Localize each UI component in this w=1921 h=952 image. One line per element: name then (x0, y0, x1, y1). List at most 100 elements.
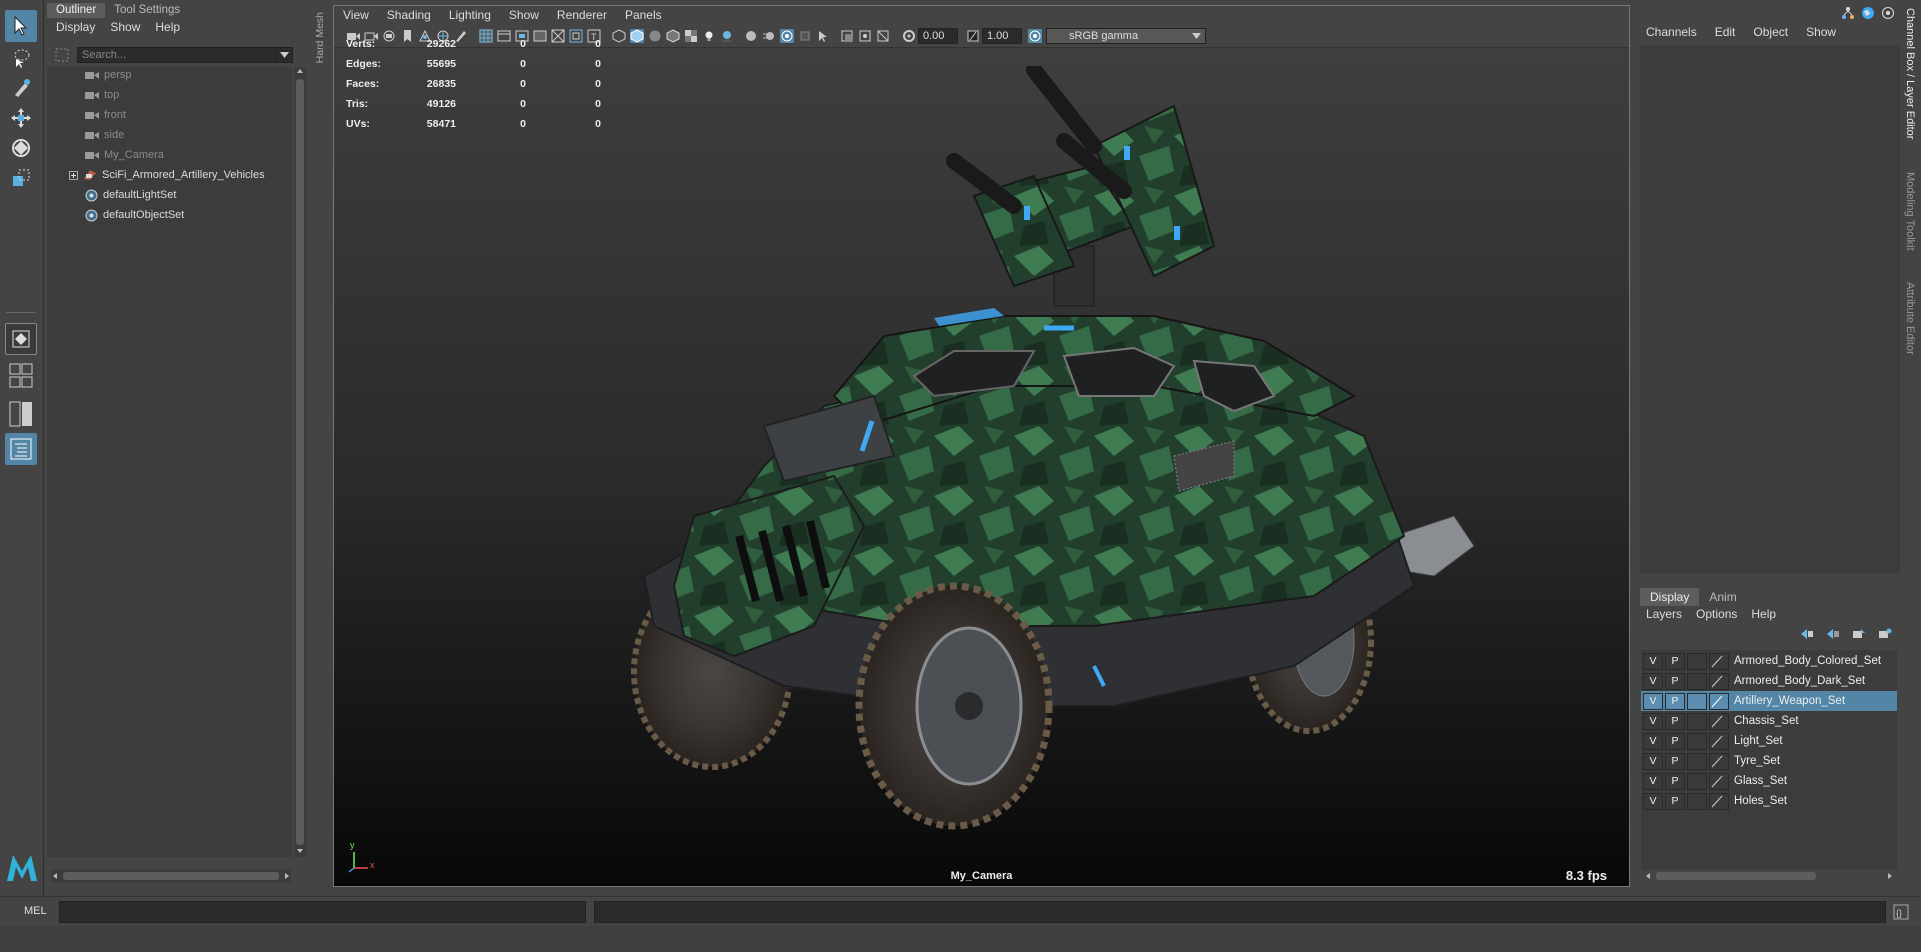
viewport-menu-view[interactable]: View (334, 6, 378, 24)
viewport-menu-show[interactable]: Show (500, 6, 548, 24)
viewport-menu-shading[interactable]: Shading (378, 6, 440, 24)
layer-row[interactable]: V P Light_Set (1641, 731, 1897, 751)
outliner-horizontal-scrollbar[interactable] (51, 870, 291, 882)
tab-channel-box-layer-editor[interactable]: Channel Box / Layer Editor (1904, 8, 1916, 139)
outliner-item-default-light-set[interactable]: defaultLightSet (85, 187, 176, 203)
tab-display[interactable]: Display (1640, 588, 1700, 606)
hierarchy-icon[interactable] (1841, 6, 1855, 20)
channels-menu-show[interactable]: Show (1806, 25, 1836, 39)
scale-tool-icon[interactable] (5, 162, 37, 194)
isolate-select-icon[interactable] (816, 29, 830, 43)
outliner-item-my-camera[interactable]: My_Camera (85, 147, 164, 163)
layer-color-swatch[interactable] (1709, 692, 1729, 710)
visibility-toggle[interactable]: V (1643, 652, 1663, 670)
mel-label[interactable]: MEL (24, 905, 47, 917)
playback-toggle[interactable]: P (1665, 712, 1685, 730)
tab-modeling-toolkit[interactable]: Modeling Toolkit (1904, 172, 1916, 251)
multisample-aa-icon[interactable] (780, 29, 794, 43)
tab-tool-settings[interactable]: Tool Settings (105, 3, 189, 18)
screen-space-ao-icon[interactable] (744, 29, 758, 43)
xray-icon[interactable] (840, 29, 854, 43)
layer-color-swatch[interactable] (1709, 712, 1729, 730)
outliner-item-default-object-set[interactable]: defaultObjectSet (85, 207, 184, 223)
layer-name[interactable]: Armored_Body_Colored_Set (1734, 655, 1881, 667)
playback-toggle[interactable]: P (1665, 652, 1685, 670)
move-layer-up-icon[interactable] (1800, 628, 1814, 640)
playback-toggle[interactable]: P (1665, 692, 1685, 710)
outliner-search-input[interactable]: Search... (77, 47, 277, 63)
outliner-menu-display[interactable]: Display (56, 18, 95, 36)
layer-name[interactable]: Light_Set (1734, 735, 1783, 747)
tab-anim[interactable]: Anim (1699, 588, 1746, 606)
layer-name[interactable]: Holes_Set (1734, 795, 1787, 807)
display-type-toggle[interactable] (1687, 692, 1707, 710)
rotate-tool-icon[interactable] (5, 132, 37, 164)
visibility-toggle[interactable]: V (1643, 752, 1663, 770)
layer-name[interactable]: Tyre_Set (1734, 755, 1780, 767)
layer-name[interactable]: Armored_Body_Dark_Set (1734, 675, 1865, 687)
single-view-icon[interactable] (5, 323, 37, 355)
wireframe-on-shaded-icon[interactable] (666, 29, 680, 43)
move-tool-icon[interactable] (5, 102, 37, 134)
layer-color-swatch[interactable] (1709, 772, 1729, 790)
four-view-icon[interactable] (5, 360, 37, 392)
display-type-toggle[interactable] (1687, 792, 1707, 810)
visibility-toggle[interactable]: V (1643, 672, 1663, 690)
playback-toggle[interactable]: P (1665, 792, 1685, 810)
outliner-item-top[interactable]: top (85, 87, 119, 103)
layer-row[interactable]: V P Armored_Body_Colored_Set (1641, 651, 1897, 671)
exposure-icon[interactable] (902, 29, 916, 43)
script-editor-icon[interactable]: {} (1893, 904, 1909, 920)
new-layer-selected-icon[interactable] (1878, 628, 1892, 640)
move-layer-down-icon[interactable] (1826, 628, 1840, 640)
exposure-field[interactable]: 0.00 (918, 28, 958, 44)
channels-menu-channels[interactable]: Channels (1646, 25, 1697, 39)
select-tool-icon[interactable] (5, 10, 37, 42)
viewport-menu-lighting[interactable]: Lighting (440, 6, 500, 24)
outliner-layout-icon[interactable] (5, 433, 37, 465)
layer-row[interactable]: V P Chassis_Set (1641, 711, 1897, 731)
display-type-toggle[interactable] (1687, 752, 1707, 770)
outliner-menu-show[interactable]: Show (110, 18, 140, 36)
layer-row-selected[interactable]: V P Artillery_Weapon_Set (1641, 691, 1897, 711)
armored-vehicle-model[interactable] (534, 66, 1534, 866)
backface-culling-icon[interactable] (876, 29, 890, 43)
layer-name[interactable]: Glass_Set (1734, 775, 1787, 787)
visibility-toggle[interactable]: V (1643, 732, 1663, 750)
playback-toggle[interactable]: P (1665, 672, 1685, 690)
display-type-toggle[interactable] (1687, 772, 1707, 790)
display-type-toggle[interactable] (1687, 712, 1707, 730)
globe-icon[interactable] (1861, 6, 1875, 20)
playback-toggle[interactable]: P (1665, 732, 1685, 750)
default-material-icon[interactable] (648, 29, 662, 43)
layer-color-swatch[interactable] (1709, 752, 1729, 770)
new-layer-icon[interactable] (1852, 628, 1866, 640)
outliner-vertical-scrollbar[interactable] (294, 67, 306, 857)
outliner-menu-help[interactable]: Help (155, 18, 180, 36)
viewport-menu-renderer[interactable]: Renderer (548, 6, 616, 24)
motion-blur-icon[interactable] (762, 29, 776, 43)
hard-mesh-strip[interactable]: Hard Mesh (312, 4, 330, 884)
xray-joints-icon[interactable] (858, 29, 872, 43)
color-management-icon[interactable] (1028, 29, 1042, 43)
outliner-item-scifi-vehicles[interactable]: SciFi_Armored_Artillery_Vehicles (69, 167, 265, 183)
filter-icon[interactable] (55, 48, 69, 62)
layer-name[interactable]: Chassis_Set (1734, 715, 1799, 727)
playback-toggle[interactable]: P (1665, 752, 1685, 770)
layer-row[interactable]: V P Glass_Set (1641, 771, 1897, 791)
lasso-tool-icon[interactable] (5, 42, 37, 74)
visibility-toggle[interactable]: V (1643, 692, 1663, 710)
outliner-item-persp[interactable]: persp (85, 67, 132, 83)
paint-select-tool-icon[interactable] (5, 72, 37, 104)
color-space-select[interactable]: sRGB gamma (1046, 28, 1206, 44)
visibility-toggle[interactable]: V (1643, 772, 1663, 790)
playback-toggle[interactable]: P (1665, 772, 1685, 790)
layer-color-swatch[interactable] (1709, 672, 1729, 690)
textured-icon[interactable] (684, 29, 698, 43)
layer-menu-layers[interactable]: Layers (1646, 607, 1682, 621)
render-icon[interactable] (1881, 6, 1895, 20)
layer-name[interactable]: Artillery_Weapon_Set (1734, 695, 1845, 707)
display-type-toggle[interactable] (1687, 652, 1707, 670)
visibility-toggle[interactable]: V (1643, 792, 1663, 810)
tab-outliner[interactable]: Outliner (47, 3, 106, 18)
